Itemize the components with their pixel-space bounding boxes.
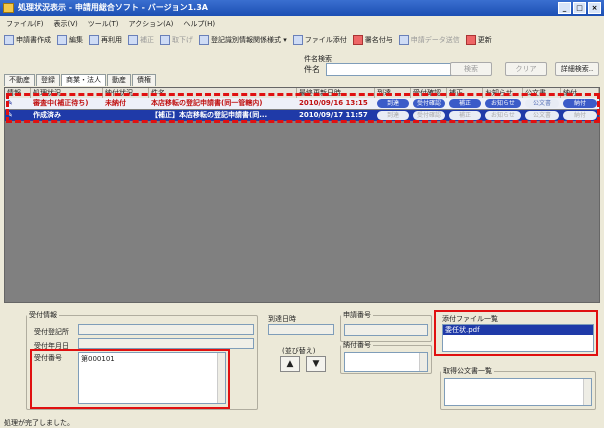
application-number-field: [344, 324, 428, 336]
category-tabs: 不動産 登録 商業・法人 動産 債権: [4, 74, 157, 86]
tab-claims[interactable]: 債権: [132, 74, 156, 86]
withdraw-icon: [160, 35, 170, 45]
number-label: 受付番号: [34, 354, 62, 362]
menu-file[interactable]: ファイル(F): [6, 18, 44, 31]
scrollbar[interactable]: [217, 353, 225, 403]
app-icon: [3, 3, 14, 13]
registration-forms-dropdown[interactable]: 登記識別情報関係様式 ▾: [199, 35, 287, 45]
window-title: 処理状況表示 - 申請用総合ソフト - バージョン1.3A: [18, 3, 208, 12]
menu-bar: ファイル(F) 表示(V) ツール(T) アクション(A) ヘルプ(H): [0, 18, 604, 31]
official-docs-label: 取得公文書一覧: [443, 367, 492, 375]
attach-file-button[interactable]: ファイル添付: [292, 35, 347, 45]
search-button[interactable]: 検索: [450, 62, 492, 76]
status-bar: 処理が完了しました。: [4, 419, 74, 427]
clear-button[interactable]: クリア: [505, 62, 547, 76]
send-icon: [398, 35, 409, 45]
sign-button[interactable]: 署名付与: [352, 35, 393, 45]
reception-group-label: 受付情報: [29, 311, 57, 319]
edit-icon: [57, 35, 67, 45]
withdraw-button[interactable]: 取下げ: [160, 35, 193, 45]
tab-registration[interactable]: 登録: [36, 74, 60, 86]
application-number-label: 申請番号: [343, 311, 371, 319]
amend-button[interactable]: 補正: [128, 35, 154, 45]
arrival-datetime-field: [268, 324, 334, 335]
attachments-label: 添付ファイル一覧: [442, 315, 498, 323]
highlight-dashed-box: [6, 93, 600, 123]
official-docs-list[interactable]: [444, 378, 592, 406]
forms-icon: [199, 35, 209, 45]
reuse-icon: [89, 35, 99, 45]
menu-view[interactable]: 表示(V): [54, 18, 78, 31]
search-field-label: 件名: [304, 65, 320, 74]
attach-icon: [292, 35, 303, 45]
scrollbar[interactable]: [583, 379, 591, 405]
close-button[interactable]: ×: [588, 2, 601, 14]
title-bar: 処理状況表示 - 申請用総合ソフト - バージョン1.3A _ □ ×: [0, 0, 604, 16]
tab-commercial-corporate[interactable]: 商業・法人: [61, 74, 106, 86]
send-data-button[interactable]: 申請データ送信: [398, 35, 460, 45]
menu-action[interactable]: アクション(A): [129, 18, 174, 31]
arrival-label: 到達日時: [268, 315, 296, 323]
payment-number-field[interactable]: [344, 352, 428, 372]
edit-button[interactable]: 編集: [57, 35, 83, 45]
toolbar: 申請書作成 編集 再利用 補正 取下げ 登記識別情報関係様式 ▾ ファイル添付 …: [0, 32, 604, 48]
attachment-list[interactable]: 委任状.pdf: [442, 324, 594, 352]
reception-office-field: [78, 324, 254, 335]
tab-movables[interactable]: 動産: [107, 74, 131, 86]
reception-number-field[interactable]: 第000101: [78, 352, 226, 404]
reception-date-field: [78, 338, 254, 349]
refresh-icon: [465, 35, 476, 45]
signature-icon: [352, 35, 363, 45]
sort-down-button[interactable]: ▼: [306, 356, 326, 372]
maximize-button[interactable]: □: [573, 2, 586, 14]
menu-tools[interactable]: ツール(T): [88, 18, 119, 31]
create-application-button[interactable]: 申請書作成: [4, 35, 51, 45]
document-icon: [4, 35, 14, 45]
sort-label: (並び替え): [282, 347, 316, 355]
minimize-button[interactable]: _: [558, 2, 571, 14]
sort-up-button[interactable]: ▲: [280, 356, 300, 372]
attachment-item[interactable]: 委任状.pdf: [443, 325, 593, 335]
office-label: 受付登記所: [34, 328, 69, 336]
amend-icon: [128, 35, 138, 45]
scrollbar[interactable]: [419, 353, 427, 371]
payment-number-label: 納付番号: [343, 341, 371, 349]
refresh-button[interactable]: 更新: [465, 35, 492, 45]
advanced-search-button[interactable]: 詳細検索..: [555, 62, 599, 76]
reuse-button[interactable]: 再利用: [89, 35, 122, 45]
menu-help[interactable]: ヘルプ(H): [183, 18, 215, 31]
tab-real-estate[interactable]: 不動産: [4, 74, 35, 86]
